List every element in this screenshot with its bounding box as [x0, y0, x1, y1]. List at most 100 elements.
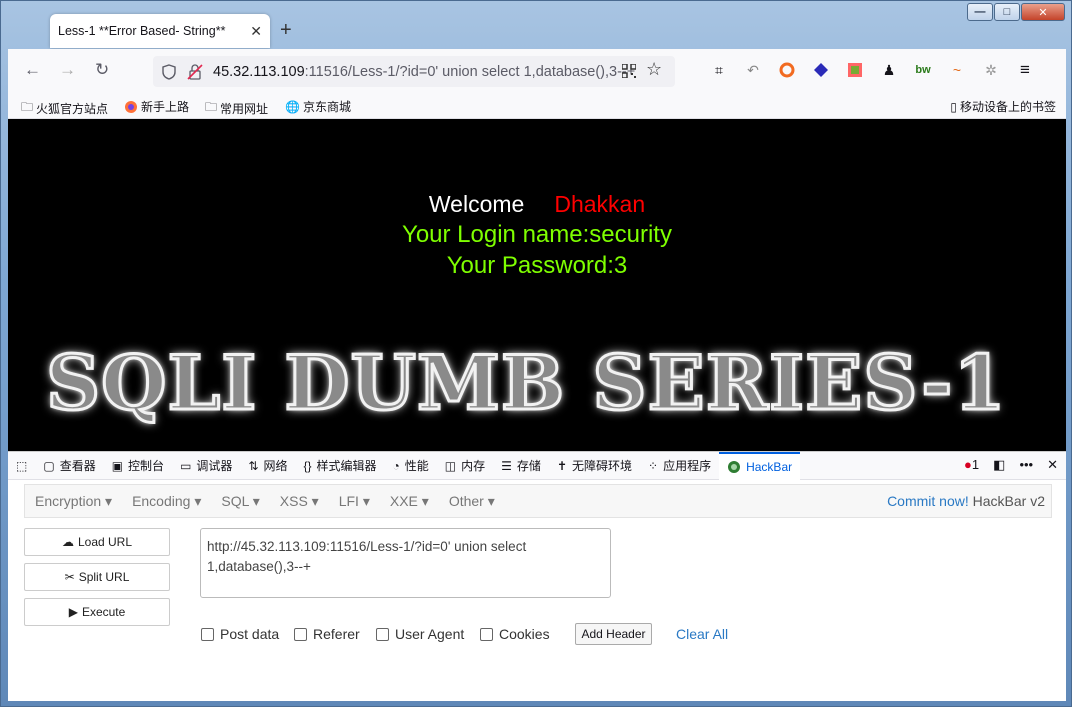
checkbox-label: Post data — [220, 626, 280, 642]
hackbar-menu: Encryption ▾ Encoding ▾ SQL ▾ XSS ▾ LFI … — [24, 484, 1052, 518]
browser-window: — □ ✕ Less-1 **Error Based- String** ✕ +… — [0, 0, 1072, 707]
tab-label: 网络 — [263, 459, 288, 473]
close-devtools-icon[interactable]: ✕ — [1047, 457, 1058, 473]
button-label: Execute — [81, 605, 126, 619]
url-bar[interactable]: 45.32.113.109:11516/Less-1/?id=0' union … — [153, 56, 675, 87]
browser-tab[interactable]: Less-1 **Error Based- String** ✕ — [50, 14, 270, 48]
new-tab-button[interactable]: + — [280, 19, 292, 42]
tab-inspector[interactable]: ▢ 查看器 — [35, 452, 103, 480]
checkbox[interactable] — [201, 627, 214, 641]
checkbox[interactable] — [480, 627, 493, 641]
tab-accessibility[interactable]: ✝ 无障碍环境 — [549, 452, 640, 480]
devtools-toolbar: ⬚ ▢ 查看器 ▣ 控制台 ▭ 调试器 ⇅ 网络 {} 样式编辑器 ◔ 性能 ◫ 内存 ☰ 存储… — [8, 451, 1066, 480]
tab-memory[interactable]: ◫ 内存 — [437, 452, 493, 480]
menu-encryption[interactable]: Encryption ▾ — [25, 493, 122, 510]
tab-storage[interactable]: ☰ 存储 — [493, 452, 549, 480]
menu-other[interactable]: Other ▾ — [439, 493, 505, 510]
navigation-bar: ← → ↻ 45.32.113.109:11516/Less-1/?id=0' … — [8, 49, 1066, 93]
referer-checkbox[interactable]: Referer — [294, 626, 360, 642]
menu-xss[interactable]: XSS ▾ — [270, 493, 329, 510]
bookmark-item[interactable]: 🗀 常用网址 — [205, 98, 268, 119]
ring-extension-icon[interactable] — [776, 60, 798, 80]
bookmark-item[interactable]: 🌐 京东商城 — [285, 98, 351, 115]
cube-extension-icon[interactable] — [810, 60, 832, 80]
spy-extension-icon[interactable]: ♟ — [878, 60, 900, 80]
performance-icon: ◔ — [392, 458, 400, 473]
shield-icon[interactable] — [161, 63, 177, 80]
bookmark-item[interactable]: 新手上路 — [124, 98, 189, 115]
menu-icon[interactable]: ≡ — [1014, 60, 1036, 80]
hook-extension-icon[interactable]: ~ — [946, 60, 968, 80]
checkbox-label: User Agent — [395, 626, 465, 642]
back-button[interactable]: ← — [24, 60, 41, 80]
tab-debugger[interactable]: ▭ 调试器 — [172, 452, 240, 480]
cookies-checkbox[interactable]: Cookies — [480, 626, 550, 642]
more-options-icon[interactable]: ••• — [1019, 457, 1033, 473]
error-count: 1 — [971, 457, 980, 472]
load-url-button[interactable]: ☁ Load URL — [24, 528, 170, 556]
welcome-text: Welcome — [428, 191, 525, 217]
tab-application[interactable]: ⁘ 应用程序 — [640, 452, 719, 480]
network-icon: ⇅ — [248, 458, 259, 473]
checkbox[interactable] — [376, 627, 389, 641]
tab-label: 调试器 — [196, 459, 233, 473]
insecure-lock-icon[interactable] — [187, 63, 205, 80]
element-picker-icon[interactable]: ⬚ — [8, 452, 35, 480]
tab-label: 样式编辑器 — [316, 459, 377, 473]
tab-performance[interactable]: ◔ 性能 — [385, 452, 437, 480]
menu-xxe[interactable]: XXE ▾ — [380, 493, 439, 510]
undo-icon[interactable]: ↶ — [742, 60, 764, 80]
bookmark-star-icon[interactable]: ☆ — [646, 59, 662, 80]
user-agent-checkbox[interactable]: User Agent — [376, 626, 464, 642]
storage-icon: ☰ — [501, 458, 512, 473]
add-header-button[interactable]: Add Header — [575, 623, 652, 645]
tab-close-icon[interactable]: ✕ — [250, 23, 262, 40]
tab-title: Less-1 **Error Based- String** — [58, 24, 226, 38]
crop-icon[interactable]: ⌗ — [708, 60, 730, 80]
tab-console[interactable]: ▣ 控制台 — [104, 452, 172, 480]
checkbox-label: Cookies — [499, 626, 550, 642]
bw-extension-icon[interactable]: bw — [912, 60, 934, 80]
extensions-toolbar: ⌗ ↶ ♟ bw ~ ✲ ≡ — [708, 60, 1036, 80]
forward-button[interactable]: → — [59, 60, 76, 80]
inspector-icon: ▢ — [43, 458, 55, 473]
menu-sql[interactable]: SQL ▾ — [211, 493, 269, 510]
folder-icon: 🗀 — [205, 100, 218, 114]
console-icon: ▣ — [111, 458, 124, 473]
hackbar-icon — [728, 460, 741, 473]
error-icon: ● — [964, 457, 972, 472]
split-url-button[interactable]: ✂ Split URL — [24, 563, 170, 591]
tab-label: 查看器 — [59, 459, 96, 473]
clear-all-link[interactable]: Clear All — [676, 626, 728, 642]
commit-link[interactable]: Commit now! — [887, 493, 969, 509]
reload-button[interactable]: ↻ — [95, 60, 109, 80]
tab-label: 性能 — [404, 459, 429, 473]
tab-hackbar[interactable]: HackBar — [719, 451, 801, 480]
qr-code-icon[interactable] — [622, 64, 636, 78]
style-editor-icon: {} — [303, 458, 312, 473]
memory-icon: ◫ — [444, 458, 457, 473]
accessibility-icon: ✝ — [556, 458, 567, 473]
post-data-checkbox[interactable]: Post data — [201, 626, 279, 642]
checkbox[interactable] — [294, 627, 307, 641]
mobile-bookmarks[interactable]: ▯ 移动设备上的书签 — [950, 98, 1056, 115]
menu-encoding[interactable]: Encoding ▾ — [122, 493, 211, 510]
commit-info: Commit now! HackBar v2 — [887, 493, 1045, 509]
dock-icon[interactable]: ◧ — [993, 457, 1005, 473]
mobile-bookmarks-label: 移动设备上的书签 — [959, 100, 1056, 114]
menu-lfi[interactable]: LFI ▾ — [329, 493, 380, 510]
error-badge[interactable]: ●1 — [964, 457, 979, 473]
puzzle-extension-icon[interactable]: ✲ — [980, 60, 1002, 80]
url-textarea[interactable]: http://45.32.113.109:11516/Less-1/?id=0'… — [200, 528, 611, 598]
button-label: Load URL — [77, 535, 133, 549]
tab-style-editor[interactable]: {} 样式编辑器 — [296, 452, 385, 480]
tab-network[interactable]: ⇅ 网络 — [240, 452, 295, 480]
tab-label: 无障碍环境 — [572, 459, 633, 473]
grid-extension-icon[interactable] — [844, 60, 866, 80]
tab-label: 控制台 — [128, 459, 165, 473]
execute-button[interactable]: ▶ Execute — [24, 598, 170, 626]
firefox-icon — [125, 100, 137, 113]
bookmark-item[interactable]: 🗀 火狐官方站点 — [21, 98, 108, 119]
bookmark-label: 新手上路 — [141, 100, 190, 114]
mobile-icon: ▯ — [950, 99, 957, 114]
